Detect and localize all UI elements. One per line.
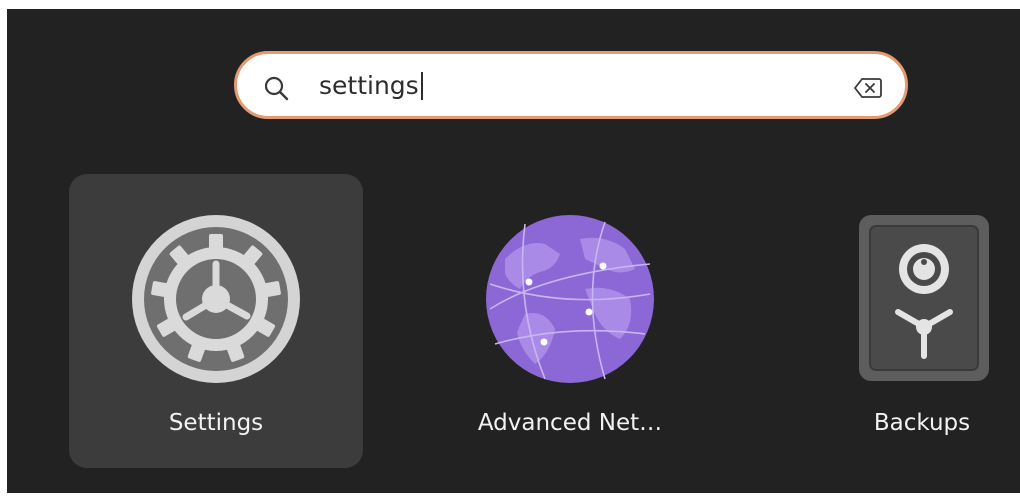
clear-search-icon[interactable] — [854, 77, 882, 99]
app-grid-overview: Settings — [7, 9, 1020, 493]
app-label: Advanced Net… — [477, 410, 663, 436]
app-tile-backups[interactable]: Backups — [837, 174, 1007, 468]
search-field[interactable] — [234, 51, 908, 119]
app-label: Backups — [873, 410, 971, 436]
text-caret — [421, 72, 423, 100]
backups-safe-icon — [858, 214, 990, 382]
search-icon — [263, 75, 289, 101]
app-tile-advanced-network[interactable]: Advanced Net… — [423, 174, 717, 468]
app-label: Settings — [168, 410, 264, 436]
settings-gear-icon — [131, 214, 301, 384]
network-globe-icon — [485, 214, 655, 384]
search-input[interactable] — [319, 65, 819, 105]
app-tile-settings[interactable]: Settings — [69, 174, 363, 468]
